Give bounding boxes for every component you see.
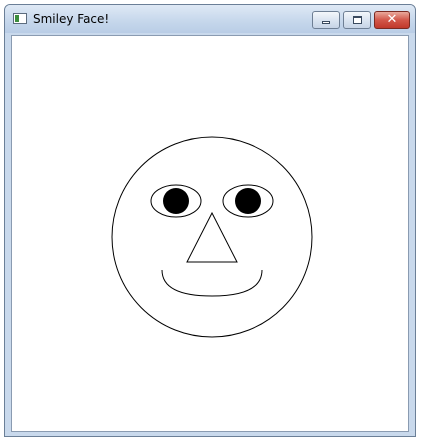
left-eye-pupil bbox=[163, 188, 189, 214]
maximize-icon bbox=[353, 16, 362, 24]
app-window-icon[interactable] bbox=[13, 13, 27, 24]
mouth-smile bbox=[161, 269, 263, 297]
title-bar[interactable]: Smiley Face! ✕ bbox=[5, 5, 415, 33]
close-button[interactable]: ✕ bbox=[374, 11, 410, 29]
close-icon: ✕ bbox=[386, 12, 398, 27]
nose-triangle bbox=[186, 211, 238, 263]
maximize-button[interactable] bbox=[343, 11, 371, 29]
right-eye-pupil bbox=[235, 188, 261, 214]
app-window: Smiley Face! ✕ bbox=[4, 4, 416, 437]
minimize-icon bbox=[322, 21, 330, 24]
smiley-drawing bbox=[111, 136, 313, 338]
face-outline bbox=[111, 136, 313, 338]
drawing-area bbox=[11, 35, 409, 432]
window-title: Smiley Face! bbox=[33, 12, 110, 26]
minimize-button[interactable] bbox=[312, 11, 340, 29]
